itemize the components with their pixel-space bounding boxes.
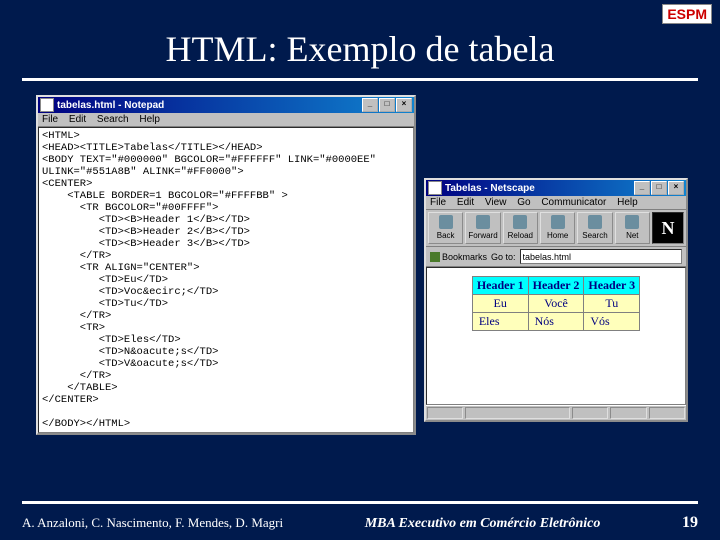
brand-logo: ESPM bbox=[662, 4, 712, 24]
table-header: Header 2 bbox=[528, 277, 584, 295]
divider-top bbox=[22, 78, 698, 81]
table-cell: Nós bbox=[528, 313, 584, 331]
netscape-icon bbox=[428, 181, 442, 195]
menu-edit[interactable]: Edit bbox=[69, 114, 86, 125]
location-bar: Bookmarks Go to: bbox=[426, 247, 686, 267]
page-number: 19 bbox=[682, 514, 698, 532]
slide-footer: A. Anzaloni, C. Nascimento, F. Mendes, D… bbox=[22, 514, 698, 532]
menu-help[interactable]: Help bbox=[617, 197, 638, 208]
menu-file[interactable]: File bbox=[42, 114, 58, 125]
minimize-button[interactable]: _ bbox=[634, 181, 650, 195]
bookmarks-label: Bookmarks bbox=[442, 252, 487, 262]
maximize-button[interactable]: □ bbox=[651, 181, 667, 195]
reload-button[interactable]: Reload bbox=[503, 212, 538, 244]
notepad-icon bbox=[40, 98, 54, 112]
netscape-logo-icon: N bbox=[652, 212, 684, 244]
rendered-table: Header 1 Header 2 Header 3 Eu Você Tu El… bbox=[472, 276, 640, 331]
table-cell: Eles bbox=[472, 313, 528, 331]
netscape-title-text: Tabelas - Netscape bbox=[445, 183, 535, 194]
menu-view[interactable]: View bbox=[485, 197, 507, 208]
table-row: Eu Você Tu bbox=[472, 295, 639, 313]
divider-bottom bbox=[22, 501, 698, 504]
table-row: Eles Nós Vós bbox=[472, 313, 639, 331]
table-header: Header 1 bbox=[472, 277, 528, 295]
menu-file[interactable]: File bbox=[430, 197, 446, 208]
back-button[interactable]: Back bbox=[428, 212, 463, 244]
menu-search[interactable]: Search bbox=[97, 114, 129, 125]
status-bar bbox=[426, 405, 686, 420]
table-cell: Vós bbox=[584, 313, 640, 331]
menu-communicator[interactable]: Communicator bbox=[541, 197, 606, 208]
netscape-toolbar: Back Forward Reload Home Search Net N bbox=[426, 210, 686, 247]
notepad-text-area[interactable]: <HTML> <HEAD><TITLE>Tabelas</TITLE></HEA… bbox=[38, 127, 414, 433]
netscape-menubar: File Edit View Go Communicator Help bbox=[426, 196, 686, 210]
home-button[interactable]: Home bbox=[540, 212, 575, 244]
forward-button[interactable]: Forward bbox=[465, 212, 500, 244]
goto-label: Go to: bbox=[491, 252, 516, 262]
minimize-button[interactable]: _ bbox=[362, 98, 378, 112]
search-button[interactable]: Search bbox=[577, 212, 612, 244]
bookmarks-button[interactable]: Bookmarks bbox=[430, 252, 487, 262]
notepad-titlebar[interactable]: tabelas.html - Notepad _ □ × bbox=[38, 97, 414, 113]
menu-go[interactable]: Go bbox=[517, 197, 530, 208]
slide-title: HTML: Exemplo de tabela bbox=[0, 28, 720, 70]
authors: A. Anzaloni, C. Nascimento, F. Mendes, D… bbox=[22, 515, 283, 531]
netscape-window: Tabelas - Netscape _ □ × File Edit View … bbox=[424, 178, 688, 422]
table-header-row: Header 1 Header 2 Header 3 bbox=[472, 277, 639, 295]
table-cell: Você bbox=[528, 295, 584, 313]
table-cell: Tu bbox=[584, 295, 640, 313]
course-name: MBA Executivo em Comércio Eletrônico bbox=[365, 516, 601, 532]
netscape-titlebar[interactable]: Tabelas - Netscape _ □ × bbox=[426, 180, 686, 196]
notepad-window: tabelas.html - Notepad _ □ × File Edit S… bbox=[36, 95, 416, 435]
bookmark-icon bbox=[430, 252, 440, 262]
table-cell: Eu bbox=[472, 295, 528, 313]
maximize-button[interactable]: □ bbox=[379, 98, 395, 112]
netscape-button[interactable]: Net bbox=[615, 212, 650, 244]
notepad-title-text: tabelas.html - Notepad bbox=[57, 100, 164, 111]
menu-help[interactable]: Help bbox=[139, 114, 160, 125]
close-button[interactable]: × bbox=[396, 98, 412, 112]
close-button[interactable]: × bbox=[668, 181, 684, 195]
menu-edit[interactable]: Edit bbox=[457, 197, 474, 208]
notepad-menubar: File Edit Search Help bbox=[38, 113, 414, 127]
browser-viewport: Header 1 Header 2 Header 3 Eu Você Tu El… bbox=[426, 267, 686, 405]
table-header: Header 3 bbox=[584, 277, 640, 295]
location-input[interactable] bbox=[520, 249, 682, 264]
